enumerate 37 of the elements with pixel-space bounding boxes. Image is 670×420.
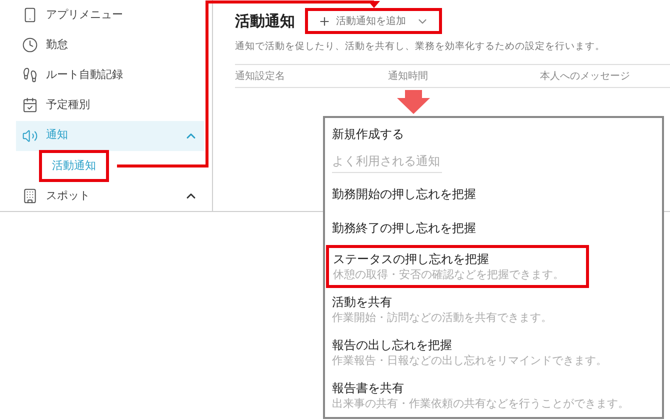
menu-item[interactable]: 新規作成する xyxy=(332,125,404,143)
sidebar-item[interactable]: 予定種別 xyxy=(16,90,204,121)
description-text: 通知で活動を促したり、活動を共有し、業務を効率化するための設定を行います。 xyxy=(235,40,606,54)
menu-option[interactable]: 勤務終了の押し忘れを把握 xyxy=(325,211,662,245)
footprints-icon xyxy=(22,67,38,84)
option-title: 勤務終了の押し忘れを把握 xyxy=(332,220,477,236)
page-title: 活動通知 xyxy=(235,10,295,32)
menu-option[interactable]: 報告の出し忘れを把握 作業報告・日報などの出し忘れをリマインドできます。 xyxy=(325,331,662,374)
option-title: 勤務開始の押し忘れを把握 xyxy=(332,186,477,202)
column-header: 通知設定名 xyxy=(235,70,286,84)
sidebar-item[interactable]: スポット xyxy=(16,180,204,211)
option-title: 報告書を共有 xyxy=(332,380,405,396)
building-icon xyxy=(22,188,38,204)
speaker-icon xyxy=(22,128,38,144)
calendar-check-icon xyxy=(22,97,38,114)
plus-icon xyxy=(318,14,331,28)
phone-icon xyxy=(22,7,38,24)
menu-option[interactable]: ステータスの押し忘れを把握 休憩の取得・安否の確認などを把握できます。 xyxy=(326,245,589,288)
down-arrow xyxy=(397,90,430,114)
section-header: よく利用される通知 xyxy=(332,152,442,172)
option-title: 活動を共有 xyxy=(332,294,393,310)
option-title: ステータスの押し忘れを把握 xyxy=(333,251,490,267)
option-description: 作業開始・訪問などの活動を共有できます。 xyxy=(332,310,553,325)
option-description: 作業報告・日報などの出し忘れをリマインドできます。 xyxy=(332,353,608,368)
menu-option[interactable]: 勤務開始の押し忘れを把握 xyxy=(325,177,662,211)
column-header: 本人へのメッセージ xyxy=(540,70,631,84)
add-notification-button[interactable]: 活動通知を追加 xyxy=(305,8,442,34)
option-description: 出来事の共有・作業依頼の共有などを行うことができます。 xyxy=(332,396,630,411)
sidebar-item[interactable]: ルート自動記録 xyxy=(16,60,204,90)
menu-option[interactable]: 報告書を共有 出来事の共有・作業依頼の共有などを行うことができます。 xyxy=(325,374,662,417)
menu-option[interactable]: 活動を共有 作業開始・訪問などの活動を共有できます。 xyxy=(325,288,662,331)
sidebar-item[interactable]: アプリメニュー xyxy=(16,0,204,30)
option-title: 報告の出し忘れを把握 xyxy=(332,337,453,353)
option-description: 休憩の取得・安否の確認などを把握できます。 xyxy=(333,267,565,282)
clock-icon xyxy=(22,37,38,54)
column-header: 通知時間 xyxy=(388,70,429,84)
sidebar-item[interactable]: 勤怠 xyxy=(16,30,204,60)
